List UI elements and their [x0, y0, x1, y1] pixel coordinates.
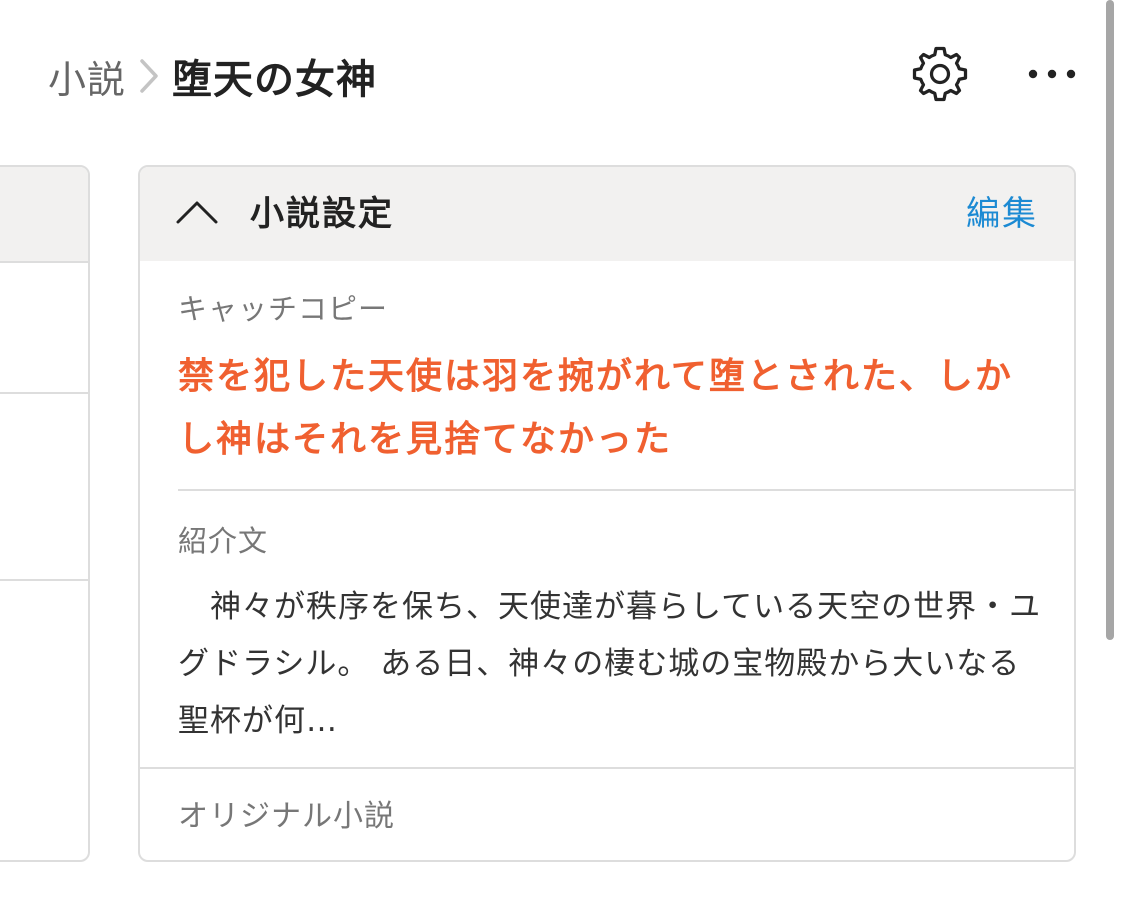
left-card-divider — [0, 579, 88, 581]
catchcopy-label: キャッチコピー — [178, 292, 389, 326]
novel-settings-panel: 小説設定 編集 キャッチコピー 禁を犯した天使は羽を捥がれて堕とされた、しかし神… — [138, 165, 1076, 862]
edit-button[interactable]: 編集 — [966, 189, 1038, 239]
panel-title: 小説設定 — [250, 194, 394, 234]
introduction-text: 神々が秩序を保ち、天使達が暮らしている天空の世界・ユグドラシル。 ある日、神々の… — [178, 589, 1042, 739]
section-divider — [178, 489, 1074, 491]
panel-header: 小説設定 編集 — [140, 167, 1074, 261]
left-card-header — [0, 167, 88, 263]
more-options-button[interactable] — [1024, 54, 1080, 94]
catchcopy-text: 禁を犯した天使は羽を捥がれて堕とされた、しかし神はそれを見捨てなかった — [178, 355, 1013, 460]
introduction-label: 紹介文 — [178, 524, 269, 558]
gear-icon — [910, 44, 970, 108]
scrollbar-thumb[interactable] — [1106, 0, 1114, 640]
section-divider — [140, 767, 1074, 769]
collapse-toggle[interactable] — [174, 193, 220, 235]
settings-button[interactable] — [908, 44, 972, 108]
left-content-card — [0, 165, 90, 862]
more-horizontal-icon — [1026, 65, 1078, 84]
chevron-right-icon — [126, 48, 172, 104]
page-title: 堕天の女神 — [172, 57, 378, 103]
chevron-up-icon — [175, 199, 219, 229]
left-card-divider — [0, 392, 88, 394]
breadcrumb-parent-link[interactable]: 小説 — [48, 49, 126, 104]
breadcrumb: 小説 堕天の女神 — [48, 48, 377, 104]
page-header: 小説 堕天の女神 — [0, 0, 1100, 150]
origin-label: オリジナル小説 — [178, 799, 395, 834]
